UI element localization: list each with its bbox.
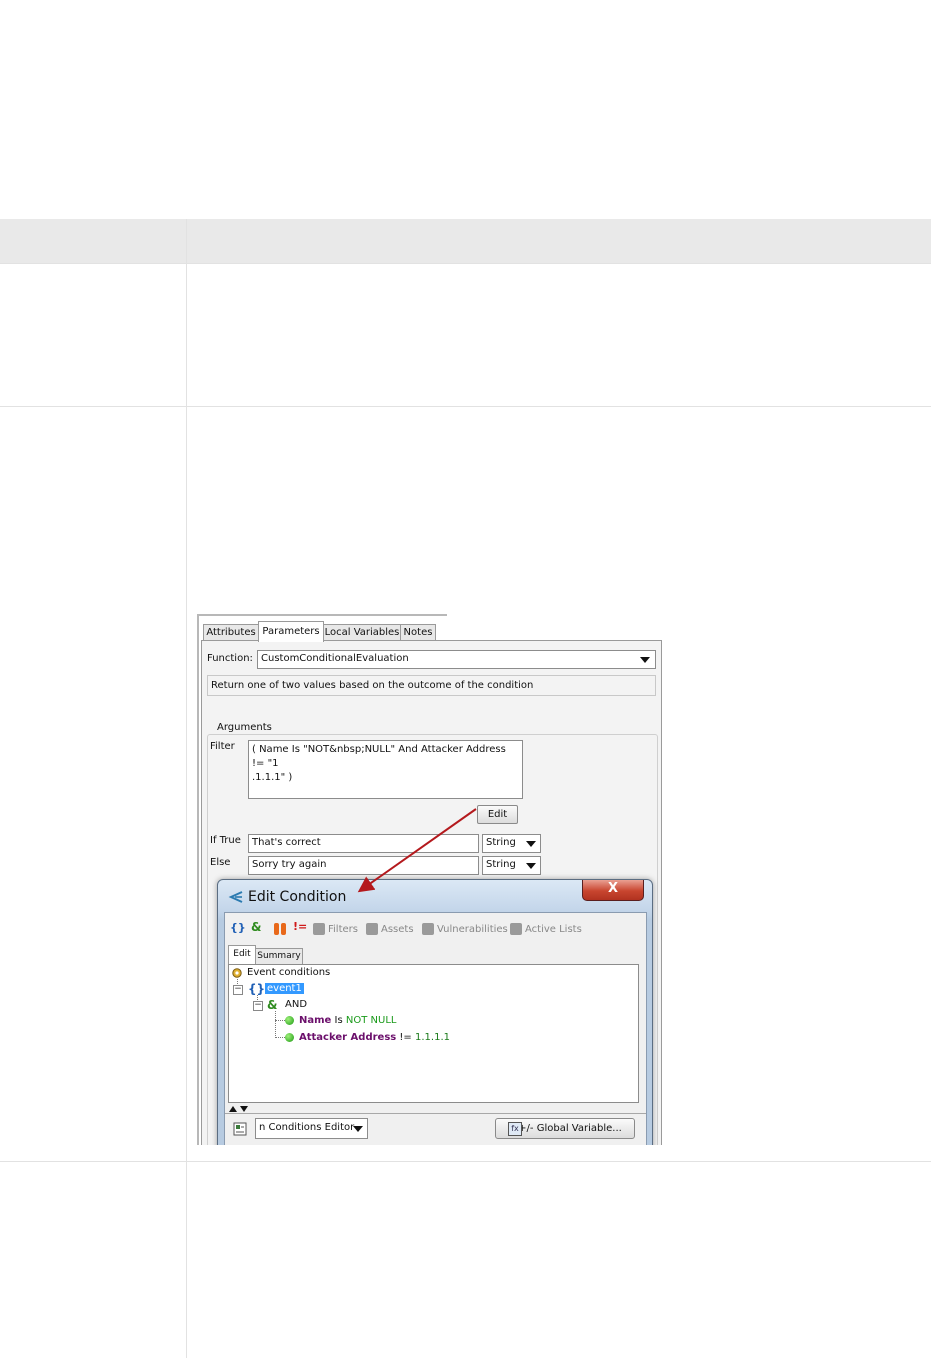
filter-label: Filter: [210, 741, 235, 752]
tree-event-node[interactable]: event1: [265, 983, 304, 994]
function-select[interactable]: CustomConditionalEvaluation: [257, 650, 656, 669]
dialog-title: Edit Condition: [248, 889, 347, 905]
global-variable-label: +/- Global Variable...: [518, 1123, 622, 1134]
tree-condition-row[interactable]: Name Is NOT NULL: [299, 1015, 396, 1026]
if-true-type-select[interactable]: String: [482, 834, 541, 853]
chevron-down-icon: [353, 1126, 363, 1132]
condition-value: 1.1.1.1: [415, 1032, 450, 1043]
divider: [225, 1113, 646, 1114]
else-field[interactable]: Sorry try again: [248, 856, 479, 875]
function-value: CustomConditionalEvaluation: [261, 653, 409, 664]
or-icon-bar: [281, 923, 286, 935]
tab-attributes[interactable]: Attributes: [203, 624, 259, 641]
filter-text-line: .1.1.1" ): [252, 772, 293, 783]
dialog-body: {} & != Filters Assets Vulnerabilities A…: [224, 912, 647, 1145]
braces-icon[interactable]: {}: [230, 921, 246, 934]
filter-text-line: ( Name Is "NOT&nbsp;NULL" And Attacker A…: [252, 744, 506, 769]
vulnerabilities-button[interactable]: Vulnerabilities: [437, 924, 508, 935]
chevron-down-icon: [526, 863, 536, 869]
table-header-row: [0, 219, 931, 263]
arguments-title: Arguments: [215, 722, 274, 733]
else-type-value: String: [486, 859, 516, 870]
tree-connector: [275, 1020, 285, 1021]
vulnerabilities-icon: [422, 923, 434, 935]
condition-dot-icon: [285, 1033, 294, 1042]
and-icon[interactable]: &: [251, 920, 263, 934]
tree-operator-node[interactable]: AND: [285, 999, 307, 1010]
close-button[interactable]: X: [582, 880, 644, 901]
table-row: [0, 263, 931, 407]
tab-local-variables[interactable]: Local Variables: [323, 624, 401, 641]
or-icon[interactable]: [274, 923, 279, 935]
window-edge: [197, 614, 199, 1145]
tab-summary[interactable]: Summary: [255, 948, 303, 964]
condition-operator: Is: [334, 1015, 343, 1026]
and-icon: &: [267, 998, 278, 1012]
tree-condition-row[interactable]: Attacker Address != 1.1.1.1: [299, 1032, 450, 1043]
collapse-icon[interactable]: −: [233, 985, 243, 995]
else-type-select[interactable]: String: [482, 856, 541, 875]
tree-connector: [275, 1037, 285, 1038]
tab-edit[interactable]: Edit: [228, 945, 256, 964]
table-row: [0, 1161, 931, 1359]
if-true-type-value: String: [486, 837, 516, 848]
chevron-down-icon: [526, 841, 536, 847]
screenshot-figure: Attributes Parameters Local Variables No…: [197, 614, 665, 1145]
not-icon[interactable]: !=: [293, 920, 307, 933]
edit-condition-dialog: Edit Condition X {} & != Filters Assets …: [217, 879, 653, 1145]
filter-field[interactable]: ( Name Is "NOT&nbsp;NULL" And Attacker A…: [248, 740, 523, 799]
global-variable-button[interactable]: fx +/- Global Variable...: [495, 1118, 635, 1139]
if-true-label: If True: [210, 835, 241, 846]
braces-icon: {}: [248, 982, 266, 996]
filters-icon: [313, 923, 325, 935]
column-divider: [186, 219, 187, 1358]
condition-value: NOT NULL: [345, 1015, 397, 1026]
gear-icon: [232, 968, 242, 978]
tab-notes[interactable]: Notes: [400, 624, 436, 641]
condition-app-icon: [228, 891, 243, 903]
tree-connector: [275, 1011, 276, 1038]
collapse-icon[interactable]: −: [253, 1001, 263, 1011]
function-icon: fx: [508, 1122, 522, 1136]
active-lists-button[interactable]: Active Lists: [525, 924, 582, 935]
condition-tree[interactable]: Event conditions − {} event1 − & AND Nam…: [228, 964, 639, 1103]
if-true-field[interactable]: That's correct: [248, 834, 479, 853]
function-description: Return one of two values based on the ou…: [207, 675, 656, 696]
chevron-down-icon: [640, 657, 650, 663]
window-edge: [197, 614, 447, 616]
splitter-arrows-icon[interactable]: [228, 1105, 252, 1113]
editor-mode-icon: [233, 1122, 247, 1136]
function-label: Function:: [207, 653, 253, 664]
filters-button[interactable]: Filters: [328, 924, 358, 935]
tab-parameters[interactable]: Parameters: [258, 621, 324, 642]
condition-field: Attacker Address: [299, 1032, 397, 1043]
condition-dot-icon: [285, 1016, 294, 1025]
else-label: Else: [210, 857, 231, 868]
assets-icon: [366, 923, 378, 935]
assets-button[interactable]: Assets: [381, 924, 414, 935]
editor-select-value: n Conditions Editor: [259, 1122, 355, 1133]
editor-select[interactable]: n Conditions Editor: [255, 1118, 368, 1139]
condition-operator: !=: [399, 1032, 412, 1043]
condition-field: Name: [299, 1015, 332, 1026]
tree-root-label: Event conditions: [247, 967, 331, 978]
active-lists-icon: [510, 923, 522, 935]
edit-button[interactable]: Edit: [477, 805, 518, 824]
